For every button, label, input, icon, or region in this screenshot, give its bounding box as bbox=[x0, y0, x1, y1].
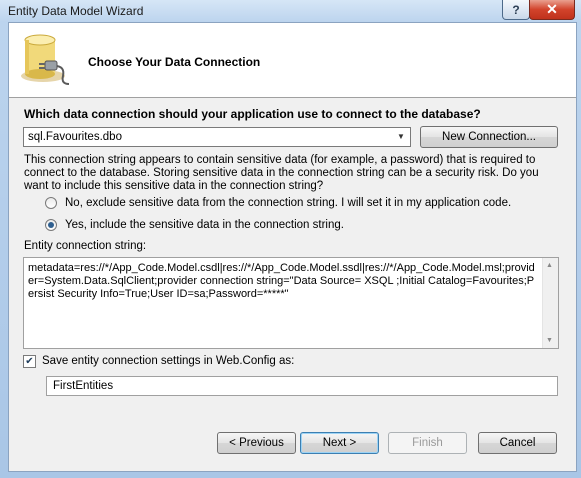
exclude-sensitive-radio[interactable] bbox=[45, 197, 57, 209]
close-button[interactable]: ✕ bbox=[529, 0, 575, 20]
wizard-client-area: Choose Your Data Connection Which data c… bbox=[8, 22, 577, 472]
wizard-header: Choose Your Data Connection bbox=[9, 23, 576, 98]
window-frame: Entity Data Model Wizard ? ✕ Choose Your… bbox=[0, 0, 581, 478]
next-button[interactable]: Next > bbox=[300, 432, 379, 454]
vertical-scrollbar[interactable]: ▲ ▼ bbox=[542, 258, 558, 348]
entity-name-value: FirstEntities bbox=[53, 380, 114, 392]
cancel-button[interactable]: Cancel bbox=[478, 432, 557, 454]
chevron-down-icon[interactable]: ▼ bbox=[394, 130, 408, 144]
connection-select[interactable]: sql.Favourites.dbo ▼ bbox=[23, 127, 411, 147]
title-bar[interactable]: Entity Data Model Wizard ? ✕ bbox=[0, 0, 581, 22]
save-settings-checkbox[interactable]: ✔ bbox=[23, 355, 36, 368]
exclude-sensitive-label[interactable]: No, exclude sensitive data from the conn… bbox=[65, 197, 511, 209]
entity-name-input[interactable]: FirstEntities bbox=[46, 376, 558, 396]
include-sensitive-label[interactable]: Yes, include the sensitive data in the c… bbox=[65, 219, 344, 231]
scroll-down-icon[interactable]: ▼ bbox=[546, 337, 553, 344]
window-title: Entity Data Model Wizard bbox=[8, 4, 144, 18]
entity-connection-textbox[interactable]: metadata=res://*/App_Code.Model.csdl|res… bbox=[23, 257, 559, 349]
page-title: Choose Your Data Connection bbox=[88, 55, 261, 69]
save-settings-label[interactable]: Save entity connection settings in Web.C… bbox=[42, 355, 294, 367]
previous-button[interactable]: < Previous bbox=[217, 432, 296, 454]
help-button[interactable]: ? bbox=[502, 0, 530, 20]
entity-connection-string: metadata=res://*/App_Code.Model.csdl|res… bbox=[28, 262, 535, 300]
entity-connection-label: Entity connection string: bbox=[24, 240, 147, 252]
help-icon: ? bbox=[512, 2, 520, 17]
finish-button[interactable]: Finish bbox=[388, 432, 467, 454]
close-icon: ✕ bbox=[546, 1, 558, 17]
scroll-up-icon[interactable]: ▲ bbox=[546, 262, 553, 269]
include-sensitive-radio[interactable] bbox=[45, 219, 57, 231]
sensitive-data-warning: This connection string appears to contai… bbox=[24, 154, 539, 192]
connection-question: Which data connection should your applic… bbox=[24, 107, 481, 121]
connection-select-value: sql.Favourites.dbo bbox=[28, 131, 122, 143]
new-connection-button[interactable]: New Connection... bbox=[420, 126, 558, 148]
database-connection-icon bbox=[21, 34, 70, 85]
